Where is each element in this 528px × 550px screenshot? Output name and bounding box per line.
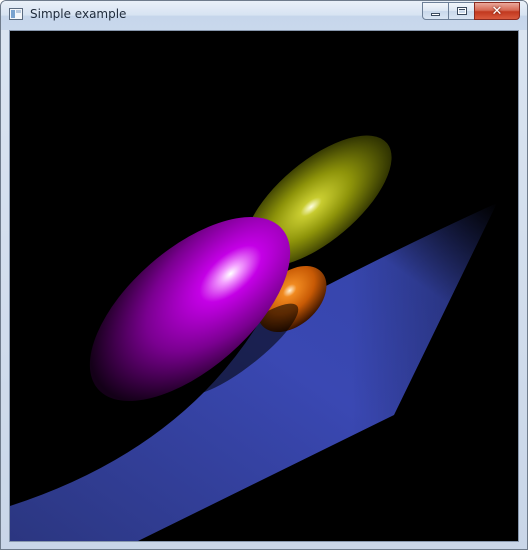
title-bar[interactable]: Simple example ✕ bbox=[1, 1, 527, 30]
caption-buttons: ✕ bbox=[422, 2, 520, 21]
app-window: Simple example ✕ bbox=[0, 0, 528, 550]
window-title: Simple example bbox=[30, 7, 127, 21]
maximize-icon bbox=[456, 7, 467, 15]
application-window-icon[interactable] bbox=[9, 8, 23, 20]
render-canvas[interactable] bbox=[9, 30, 519, 542]
close-button[interactable]: ✕ bbox=[474, 2, 520, 20]
minimize-icon bbox=[431, 12, 440, 16]
close-icon: ✕ bbox=[491, 3, 503, 19]
maximize-button[interactable] bbox=[448, 2, 475, 20]
scene-svg bbox=[10, 135, 497, 541]
minimize-button[interactable] bbox=[422, 2, 449, 20]
